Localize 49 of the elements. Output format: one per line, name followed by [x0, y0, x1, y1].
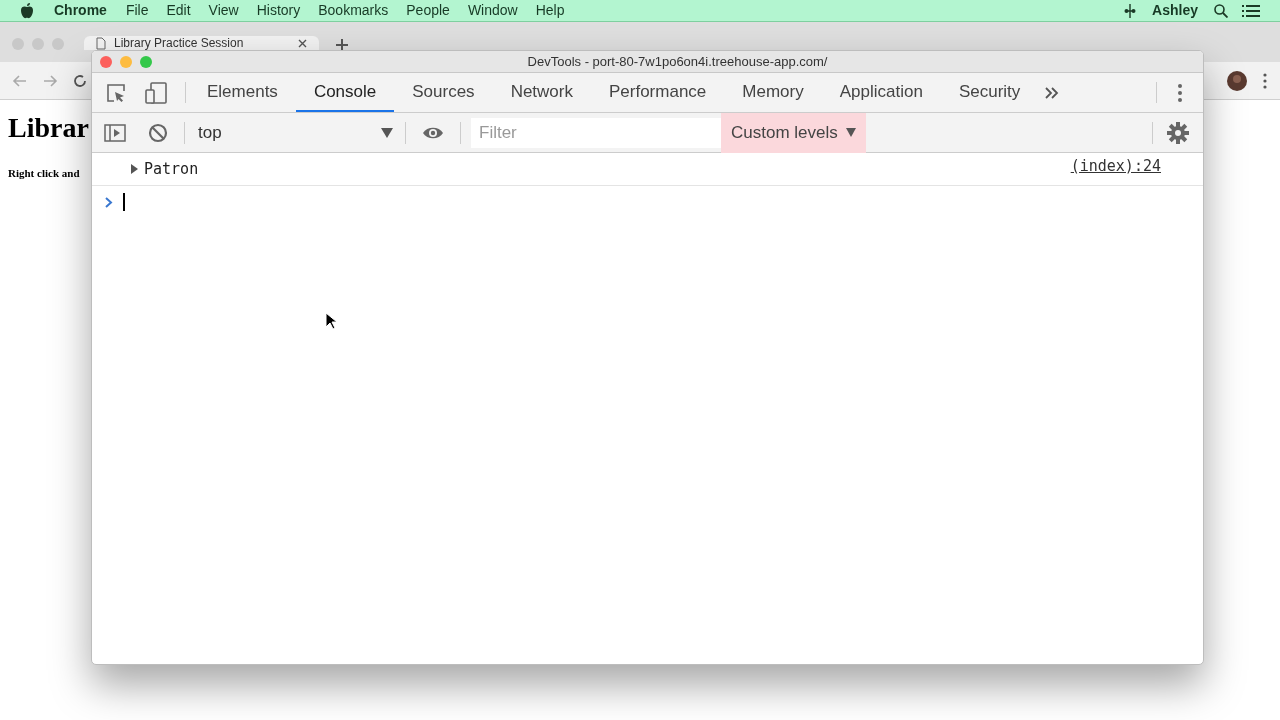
reload-icon[interactable] [72, 72, 88, 89]
source-link[interactable]: (index):24 [1070, 154, 1161, 178]
app-menu[interactable]: Chrome [54, 0, 107, 21]
user-name[interactable]: Ashley [1152, 0, 1198, 21]
devtools-tab[interactable]: Performance [591, 73, 725, 112]
mouse-pointer-icon [325, 312, 337, 330]
more-icon[interactable] [1262, 72, 1268, 89]
menu-icon[interactable] [1177, 82, 1183, 103]
log-object: Patron [144, 158, 199, 180]
page-icon [96, 36, 106, 50]
search-icon[interactable] [1214, 3, 1228, 18]
window-title: DevTools - port-80-7w1po6on4i.treehouse-app.com/ [527, 52, 828, 71]
apple-logo-icon[interactable] [20, 2, 34, 19]
menu-item[interactable]: Edit [166, 0, 191, 21]
caret-icon [381, 127, 393, 138]
device-icon[interactable] [145, 81, 167, 104]
eye-icon[interactable] [422, 125, 444, 140]
filter-field[interactable]: Filter [471, 117, 721, 148]
devtools-tab[interactable]: Sources [394, 73, 493, 112]
devtools-tab[interactable]: Security [940, 73, 1039, 112]
menu-item[interactable]: Bookmarks [318, 0, 389, 21]
settings-icon[interactable] [1167, 121, 1189, 144]
menu-item[interactable]: People [406, 0, 450, 21]
page-text: Right click and [8, 166, 80, 181]
devtools-tab[interactable]: Elements [189, 73, 296, 112]
devtools-tab[interactable]: Network [492, 73, 591, 112]
prompt-icon [105, 196, 113, 208]
more-tabs-icon[interactable] [1044, 85, 1061, 100]
menu-item[interactable]: History [256, 0, 301, 21]
accessibility-icon[interactable] [1124, 3, 1137, 18]
caret-icon [845, 128, 856, 137]
inspect-icon[interactable] [106, 82, 126, 103]
expand-icon[interactable] [130, 164, 140, 174]
menu-item[interactable]: File [125, 0, 149, 21]
devtools-tab[interactable]: Memory [724, 73, 822, 112]
new-tab-icon[interactable] [335, 38, 349, 52]
devtools-tab[interactable]: Application [821, 73, 941, 112]
sidebar-toggle-icon[interactable] [104, 123, 126, 142]
clear-icon[interactable] [148, 122, 168, 143]
browser-tab[interactable]: Library Practice Session [84, 36, 319, 50]
list-icon[interactable] [1242, 4, 1260, 17]
levels-dropdown[interactable]: Custom levels [721, 112, 866, 153]
menu-item[interactable]: Window [467, 0, 518, 21]
close-icon[interactable] [298, 38, 307, 48]
page-heading: Librar [8, 111, 89, 145]
menu-item[interactable]: View [208, 0, 239, 21]
menu-item[interactable]: Help [535, 0, 565, 21]
context-select[interactable]: top [198, 119, 393, 146]
avatar-icon[interactable] [1226, 69, 1248, 92]
